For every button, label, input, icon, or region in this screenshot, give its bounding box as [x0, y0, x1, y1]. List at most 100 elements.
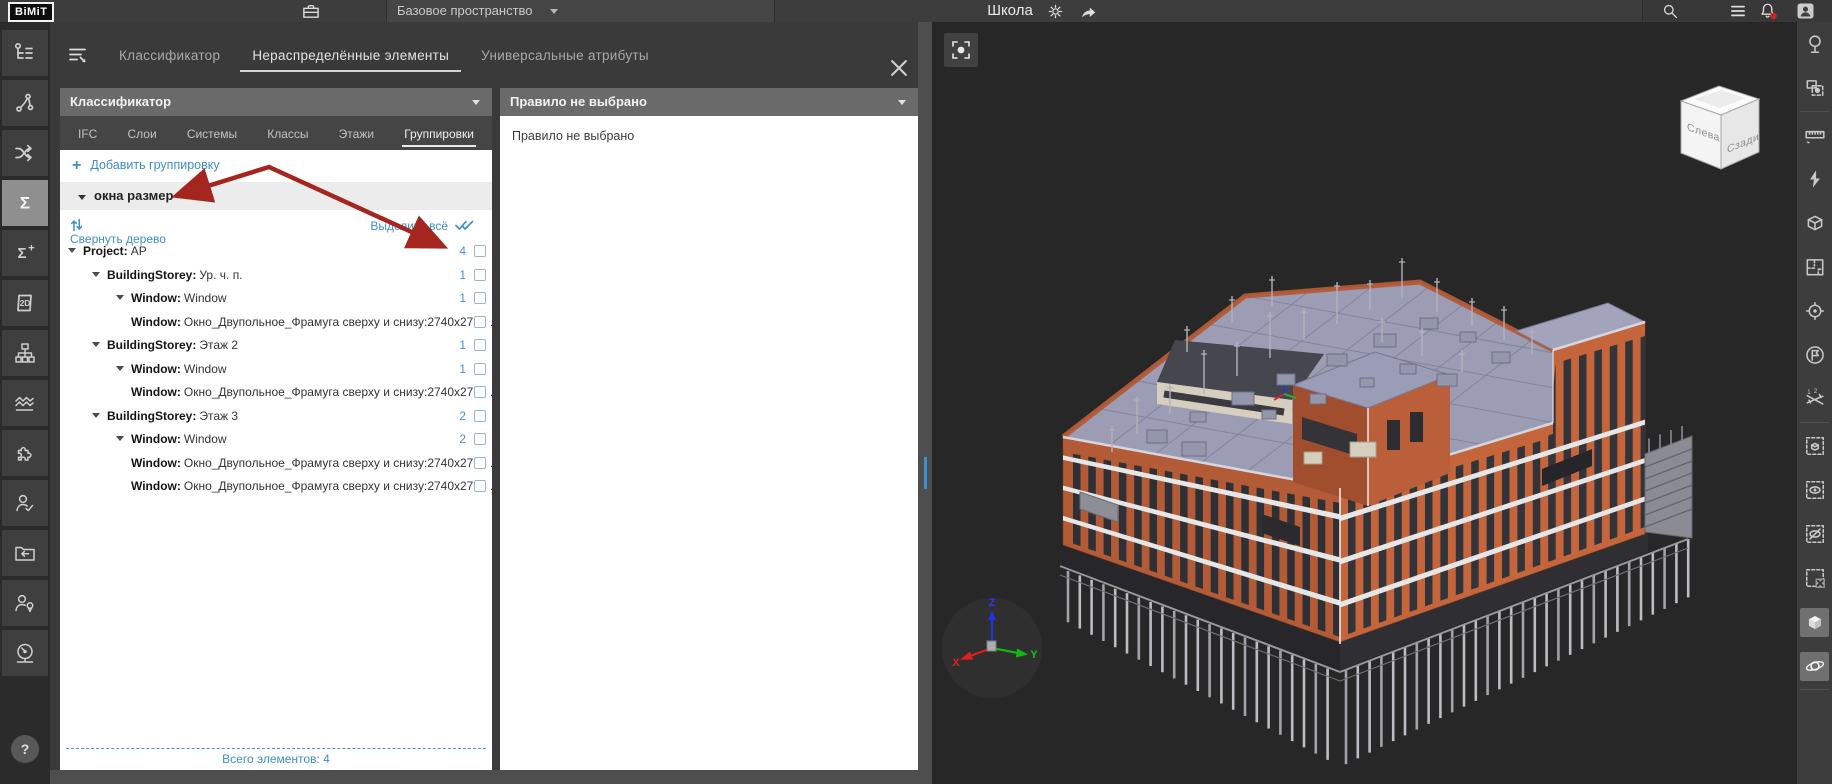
dock-menu-icon[interactable] — [67, 45, 89, 65]
list-icon[interactable] — [1730, 4, 1746, 18]
rule-panel-header[interactable]: Правило не выбрано — [500, 88, 918, 116]
tree-row-project[interactable]: Project:AP4 — [60, 240, 492, 264]
classifier-panel-body: +Добавить группировку окна размер Сверну… — [60, 150, 492, 770]
tree-row-window-group[interactable]: Window:Window1 — [60, 287, 492, 311]
shaded-view-icon[interactable] — [1797, 600, 1832, 644]
row-checkbox[interactable] — [474, 269, 486, 281]
tree-icon[interactable] — [1797, 22, 1832, 66]
workspace-selector[interactable]: Базовое пространство — [386, 0, 775, 22]
floorplan-icon[interactable] — [1797, 245, 1832, 289]
charts-icon[interactable] — [2, 380, 48, 426]
caret-down-icon[interactable] — [116, 295, 124, 300]
subtab-storeys[interactable]: Этажи — [337, 119, 376, 147]
tab-unallocated-elements[interactable]: Нераспределённые элементы — [240, 48, 461, 63]
classifier-panel-header[interactable]: Классификатор — [60, 88, 492, 116]
focus-model-button[interactable] — [944, 33, 978, 67]
tree-row-window-leaf[interactable]: Window:Окно_Двупольное_Фрамуга сверху и … — [60, 311, 492, 335]
show-box-icon[interactable] — [1797, 468, 1832, 512]
classifier-add-sigma-icon[interactable]: Σ+ — [2, 230, 48, 276]
row-checkbox[interactable] — [474, 363, 486, 375]
axis-x-label: X — [952, 657, 960, 669]
tree-row-window-group[interactable]: Window:Window1 — [60, 358, 492, 382]
caret-down-icon[interactable] — [116, 436, 124, 441]
row-checkbox[interactable] — [474, 245, 486, 257]
tree-row-window-group[interactable]: Window:Window2 — [60, 428, 492, 452]
plugins-icon[interactable] — [2, 430, 48, 476]
shuffle-icon[interactable] — [2, 130, 48, 176]
folder-import-icon[interactable] — [2, 530, 48, 576]
tab-classifier[interactable]: Классификатор — [107, 48, 232, 63]
row-checkbox[interactable] — [474, 292, 486, 304]
view-cube[interactable]: Слева Сзади — [1672, 72, 1772, 177]
row-checkbox[interactable] — [474, 480, 486, 492]
help-button[interactable]: ? — [11, 735, 39, 763]
close-icon[interactable] — [891, 60, 909, 78]
caret-down-icon[interactable] — [92, 272, 100, 277]
caret-down-icon[interactable] — [116, 366, 124, 371]
dashboard-gauge-icon[interactable] — [2, 630, 48, 676]
model-structure-icon[interactable] — [2, 30, 48, 76]
axis-measure-icon[interactable]: 12 — [1797, 377, 1832, 421]
row-checkbox[interactable] — [474, 457, 486, 469]
classifier-panel: Классификатор IFC Слои Системы Классы Эт… — [60, 88, 492, 770]
flag-icon[interactable] — [1797, 333, 1832, 377]
user-check-icon[interactable] — [2, 480, 48, 526]
caret-down-icon[interactable] — [92, 342, 100, 347]
panel-resize-handle[interactable] — [924, 457, 927, 489]
focus-target-icon[interactable] — [1797, 289, 1832, 333]
tree-row-storey[interactable]: BuildingStorey:Этаж 21 — [60, 334, 492, 358]
tree-row-window-leaf[interactable]: Window:Окно_Двупольное_Фрамуга сверху и … — [60, 381, 492, 405]
org-chart-icon[interactable] — [2, 330, 48, 376]
add-grouping-button[interactable]: +Добавить группировку — [60, 150, 492, 180]
axis-z-label: Z — [989, 597, 996, 609]
3d-viewport[interactable]: Слева Сзади X Y Z 12 — [932, 22, 1832, 784]
top-bar: BiMiT Базовое пространство Школа — [0, 0, 1832, 22]
flash-icon[interactable] — [1797, 157, 1832, 201]
briefcase-icon[interactable] — [302, 3, 320, 19]
subtab-groupings[interactable]: Группировки — [402, 119, 476, 147]
settings-gear-icon[interactable] — [1048, 4, 1063, 19]
row-checkbox[interactable] — [474, 433, 486, 445]
row-checkbox[interactable] — [474, 339, 486, 351]
chevron-down-icon — [472, 100, 480, 105]
row-checkbox[interactable] — [474, 316, 486, 328]
tab-universal-attributes[interactable]: Универсальные атрибуты — [469, 48, 661, 63]
svg-text:2D: 2D — [20, 298, 31, 308]
tree-row-storey[interactable]: BuildingStorey:Ур. ч. п.1 — [60, 264, 492, 288]
row-checkbox[interactable] — [474, 410, 486, 422]
double-check-icon[interactable] — [455, 218, 474, 232]
relations-icon[interactable] — [2, 80, 48, 126]
clear-selection-icon[interactable] — [1797, 556, 1832, 600]
view-2d-icon[interactable]: 2D — [2, 280, 48, 326]
subtab-layers[interactable]: Слои — [125, 119, 158, 147]
row-checkbox[interactable] — [474, 386, 486, 398]
ruler-icon[interactable] — [1797, 113, 1832, 157]
svg-text:2: 2 — [1813, 389, 1817, 395]
subtab-ifc[interactable]: IFC — [76, 119, 99, 147]
user-avatar-icon[interactable] — [1797, 3, 1814, 19]
hide-box-icon[interactable] — [1797, 512, 1832, 556]
select-all-button[interactable]: Выделить всё — [370, 219, 448, 233]
tree-row-window-leaf[interactable]: Window:Окно_Двупольное_Фрамуга сверху и … — [60, 452, 492, 476]
notifications-bell-icon[interactable] — [1759, 2, 1778, 20]
chevron-down-icon — [898, 100, 906, 105]
tree-row-storey[interactable]: BuildingStorey:Этаж 32 — [60, 405, 492, 429]
capture-region-icon[interactable] — [1797, 66, 1832, 110]
user-location-icon[interactable] — [2, 580, 48, 626]
axis-y-label: Y — [1030, 649, 1038, 661]
caret-down-icon[interactable] — [68, 248, 76, 253]
tree-row-window-leaf[interactable]: Window:Окно_Двупольное_Фрамуга сверху и … — [60, 475, 492, 499]
section-box-icon[interactable] — [1797, 201, 1832, 245]
search-icon[interactable] — [1662, 3, 1678, 19]
grouping-row[interactable]: окна размер — [60, 182, 492, 210]
classifier-sigma-icon[interactable]: Σ — [2, 180, 48, 226]
share-icon[interactable] — [1080, 4, 1097, 19]
caret-down-icon[interactable] — [92, 413, 100, 418]
svg-text:+: + — [28, 243, 34, 255]
orbit-view-icon[interactable] — [1797, 644, 1832, 688]
subtab-systems[interactable]: Системы — [185, 119, 239, 147]
isolate-box-icon[interactable] — [1797, 424, 1832, 468]
axis-gizmo[interactable]: X Y Z — [932, 587, 1057, 712]
subtab-classes[interactable]: Классы — [265, 119, 310, 147]
dock-bottom-strip — [50, 770, 932, 784]
